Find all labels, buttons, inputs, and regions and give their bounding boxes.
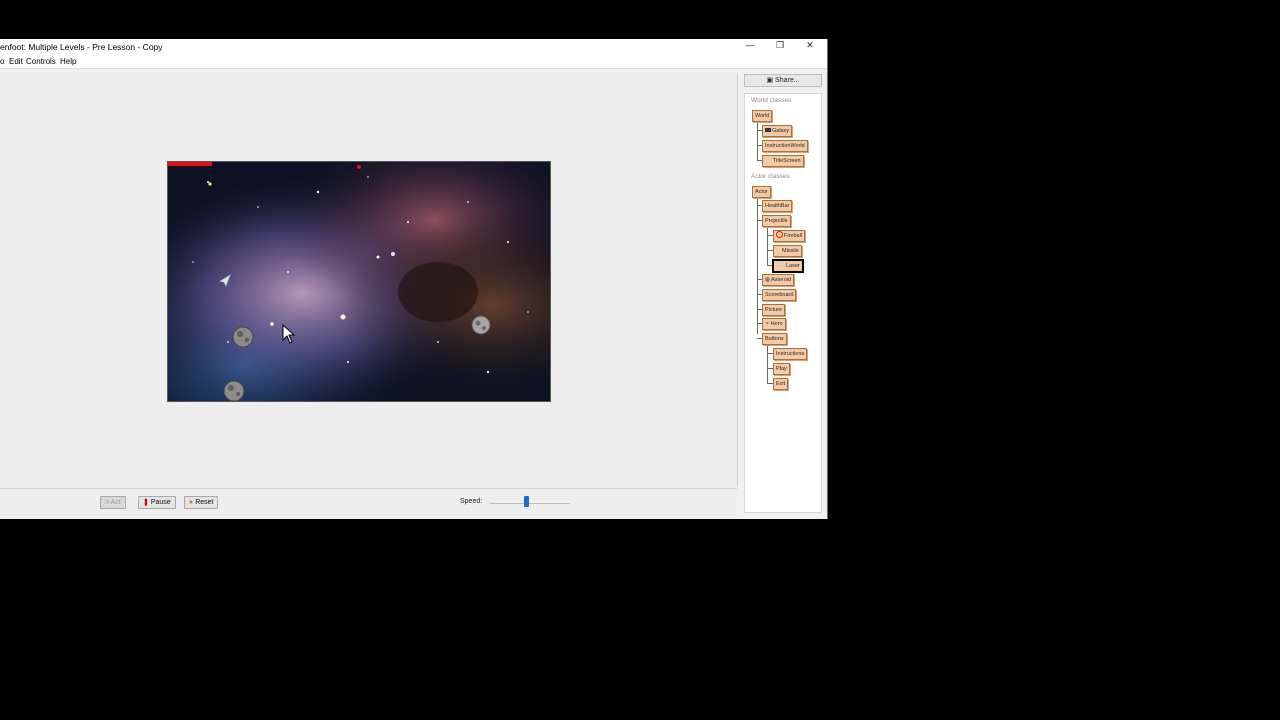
act-button[interactable]: > Act	[100, 496, 126, 509]
actor-classes-label: Actor classes	[751, 173, 790, 180]
greenfoot-window: enfoot: Multiple Levels - Pre Lesson - C…	[0, 39, 828, 519]
minimize-button[interactable]: —	[740, 40, 760, 50]
class-asteroid[interactable]: Asteroid	[762, 274, 795, 286]
galaxy-label: Galaxy	[772, 128, 790, 134]
laser-label: Laser	[786, 263, 800, 269]
menu-scenario[interactable]: o	[0, 57, 4, 66]
pause-icon: ❚	[143, 499, 149, 506]
class-titlescreen[interactable]: TitleScreen	[762, 155, 804, 167]
menu-controls[interactable]: Controls	[26, 57, 56, 66]
reset-icon: ●	[189, 499, 194, 506]
speed-label: Speed:	[460, 498, 483, 505]
speed-slider-track[interactable]	[490, 503, 570, 504]
class-panel: ▣ Share... World classes World Galaxy In…	[739, 73, 827, 519]
scoreboard-marker	[357, 165, 361, 169]
class-instructions[interactable]: Instructions	[773, 348, 808, 360]
pause-button[interactable]: ❚ Pause	[138, 496, 176, 509]
share-button[interactable]: ▣ Share...	[744, 74, 822, 87]
class-scoreboard[interactable]: Scoreboard	[762, 289, 797, 301]
class-hero[interactable]: ✧Hero	[762, 318, 786, 330]
reset-label: Reset	[195, 499, 214, 506]
world-canvas-area	[0, 73, 738, 487]
asteroid	[471, 315, 491, 335]
reset-button[interactable]: ● Reset	[184, 496, 219, 509]
restore-button[interactable]: ❐	[770, 40, 790, 51]
asteroid	[232, 326, 254, 348]
pause-label: Pause	[150, 499, 171, 506]
asteroid-icon	[765, 277, 770, 282]
game-world[interactable]	[167, 161, 551, 402]
act-label: Act	[110, 499, 121, 506]
title-bar: enfoot: Multiple Levels - Pre Lesson - C…	[0, 39, 827, 55]
class-play[interactable]: Play	[773, 363, 790, 375]
fireball-icon	[776, 231, 783, 238]
asteroid	[223, 380, 245, 401]
mouse-cursor-icon	[282, 324, 296, 344]
class-galaxy[interactable]: Galaxy	[762, 125, 793, 137]
class-exit[interactable]: Exit	[773, 378, 789, 390]
missile-label: Missile	[782, 248, 799, 254]
class-projectile[interactable]: Projectile	[762, 215, 791, 227]
window-title: enfoot: Multiple Levels - Pre Lesson - C…	[0, 42, 163, 52]
menu-edit[interactable]: Edit	[9, 57, 23, 66]
class-buttons[interactable]: Buttons	[762, 333, 787, 345]
class-laser[interactable]: Laser	[773, 260, 803, 272]
class-actor[interactable]: Actor	[752, 186, 771, 198]
menu-help[interactable]: Help	[60, 57, 76, 66]
hero-label: Hero	[770, 321, 783, 327]
asteroid-label: Asteroid	[771, 277, 792, 283]
galaxy-thumbnail-icon	[765, 128, 771, 132]
share-icon: ▣	[766, 77, 774, 84]
close-button[interactable]: ✕	[800, 40, 820, 51]
class-fireball[interactable]: Fireball	[773, 230, 806, 242]
world-classes-label: World classes	[751, 97, 792, 104]
control-bar: > Act ❚ Pause ● Reset Speed:	[0, 488, 737, 517]
class-instructionworld[interactable]: InstructionWorld	[762, 140, 808, 152]
hero-icon: ✧	[765, 321, 770, 327]
class-diagram: World classes World Galaxy InstructionWo…	[744, 93, 822, 513]
titlescreen-label: TitleScreen	[773, 158, 801, 164]
menu-bar: o Edit Controls Help	[0, 55, 827, 69]
class-world[interactable]: World	[752, 110, 773, 122]
share-label: Share...	[775, 77, 800, 84]
health-bar	[168, 162, 212, 166]
speed-slider-thumb[interactable]	[524, 496, 529, 507]
class-missile[interactable]: Missile	[773, 245, 802, 257]
fireball-label: Fireball	[784, 233, 803, 239]
class-picture[interactable]: Picture	[762, 304, 786, 316]
class-healthbar[interactable]: HealthBar	[762, 200, 793, 212]
